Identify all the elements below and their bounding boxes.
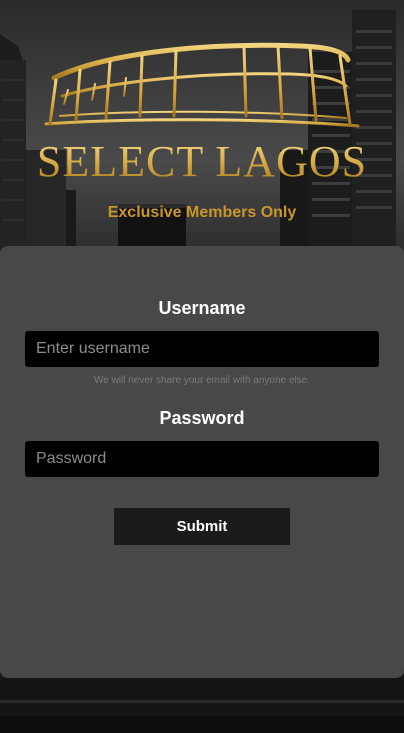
tagline: Exclusive Members Only — [107, 204, 297, 221]
username-help-text: We will never share your email with anyo… — [93, 375, 311, 386]
brand-header: SELECT LAGOS Exclusive Members Only — [0, 0, 404, 250]
username-input[interactable] — [25, 331, 379, 367]
password-label: Password — [159, 408, 245, 428]
brand-title: SELECT LAGOS — [0, 138, 404, 186]
password-input[interactable] — [25, 441, 379, 477]
stadium-icon — [44, 42, 360, 128]
username-label: Username — [158, 298, 246, 318]
submit-button[interactable]: Submit — [114, 508, 290, 545]
